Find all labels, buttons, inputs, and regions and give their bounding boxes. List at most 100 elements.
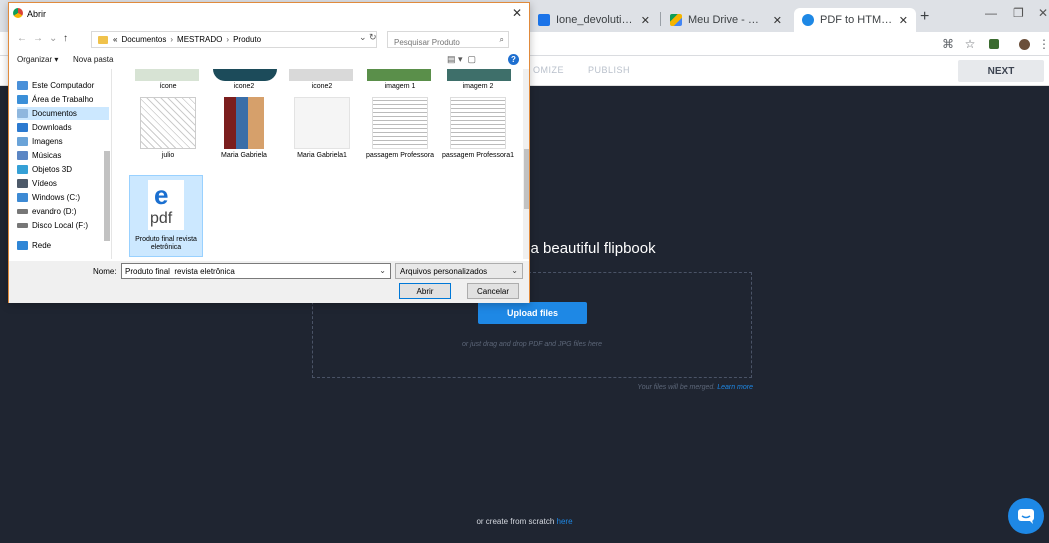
maximize-icon[interactable]: ❐: [1013, 6, 1024, 20]
extension-icon[interactable]: [986, 36, 1002, 52]
refresh-icon[interactable]: ⌄ ↻: [359, 32, 377, 43]
scrollbar-thumb[interactable]: [104, 151, 110, 241]
close-icon[interactable]: ✕: [773, 14, 782, 27]
file-item-selected[interactable]: e pdf Produto final revista eletrônica: [129, 175, 203, 257]
new-folder-button[interactable]: Nova pasta: [73, 55, 113, 64]
file-item[interactable]: Maria Gabriela: [207, 97, 281, 160]
nav-item-disco-local-f[interactable]: Disco Local (F:): [17, 219, 109, 232]
nav-item-musicas[interactable]: Músicas: [17, 149, 109, 162]
view-options-icon[interactable]: ▤ ▾ ▢: [447, 54, 476, 65]
minimize-icon[interactable]: —: [985, 6, 997, 20]
breadcrumb-documentos[interactable]: Documentos: [121, 35, 166, 44]
file-thumbnail: [224, 97, 264, 149]
edge-icon: e: [154, 180, 169, 210]
file-item[interactable]: ícone: [131, 83, 205, 91]
tab-ione-devolutiva[interactable]: Ione_devolutiva_04_mar ✕: [530, 8, 658, 32]
nav-item-area-de-trabalho[interactable]: Área de Trabalho: [17, 93, 109, 106]
file-thumbnail: [372, 97, 428, 149]
drive-icon: [17, 209, 28, 214]
chat-button[interactable]: [1008, 498, 1044, 534]
file-thumbnail: [447, 69, 511, 81]
step-customize[interactable]: OMIZE: [533, 65, 564, 75]
translate-icon[interactable]: ⌘: [940, 36, 956, 52]
nav-item-este-computador[interactable]: Este Computador: [17, 79, 109, 92]
nav-item-videos[interactable]: Vídeos: [17, 177, 109, 190]
open-button[interactable]: Abrir: [399, 283, 451, 299]
forward-icon[interactable]: →: [33, 33, 43, 44]
file-item[interactable]: imagem 1: [363, 83, 437, 91]
profile-icon[interactable]: [1016, 36, 1032, 52]
flipbook-icon: [802, 14, 814, 26]
breadcrumb-overflow[interactable]: «: [113, 35, 117, 44]
file-name: ícone: [159, 83, 177, 90]
file-name: passagem Professora1: [442, 152, 514, 159]
file-thumbnail: [294, 97, 350, 149]
nav-label: Objetos 3D: [32, 165, 73, 174]
star-icon[interactable]: ☆: [962, 36, 978, 52]
search-input[interactable]: [388, 35, 508, 50]
breadcrumb-produto[interactable]: Produto: [233, 35, 261, 44]
nav-item-imagens[interactable]: Imagens: [17, 135, 109, 148]
nav-label: Downloads: [32, 123, 72, 132]
nav-label: Área de Trabalho: [32, 95, 94, 104]
step-publish[interactable]: PUBLISH: [588, 65, 630, 75]
file-item[interactable]: passagem Professora: [363, 97, 437, 160]
chevron-down-icon[interactable]: ⌄: [379, 266, 386, 275]
file-list: ícone icone2 icone2 imagem 1 imagem 2 ju…: [113, 69, 529, 259]
nav-item-downloads[interactable]: Downloads: [17, 121, 109, 134]
file-item[interactable]: passagem Professora1: [441, 97, 515, 160]
tab-google-drive[interactable]: Meu Drive - Google Driv ✕: [662, 8, 790, 32]
nav-item-documentos[interactable]: Documentos: [17, 107, 109, 120]
next-button[interactable]: NEXT: [958, 60, 1044, 82]
file-item[interactable]: Maria Gabriela1: [285, 97, 359, 160]
address-bar[interactable]: « Documentos › MESTRADO › Produto: [91, 31, 377, 48]
menu-icon[interactable]: ⋮: [1036, 36, 1049, 52]
nav-item-evandro-d[interactable]: evandro (D:): [17, 205, 109, 218]
nav-scrollbar[interactable]: [103, 73, 111, 253]
nav-item-rede[interactable]: Rede: [17, 239, 109, 252]
filename-combobox[interactable]: ⌄: [121, 263, 391, 279]
dialog-close-icon[interactable]: ✕: [512, 6, 522, 20]
file-type-select[interactable]: Arquivos personalizados ⌄: [395, 263, 523, 279]
filename-input[interactable]: [122, 264, 372, 278]
tab-label: Meu Drive - Google Driv: [688, 14, 767, 26]
drive-icon: [17, 223, 28, 228]
nav-item-windows-c[interactable]: Windows (C:): [17, 191, 109, 204]
file-thumbnail: [140, 97, 196, 149]
file-item[interactable]: icone2: [285, 83, 359, 91]
back-icon[interactable]: ←: [17, 33, 27, 44]
drive-windows-icon: [17, 193, 28, 202]
file-item[interactable]: imagem 2: [441, 83, 515, 91]
file-item[interactable]: icone2: [207, 83, 281, 91]
file-name: imagem 1: [384, 83, 416, 90]
file-name: imagem 2: [462, 83, 494, 90]
learn-more-link[interactable]: Learn more: [717, 384, 753, 391]
new-tab-button[interactable]: +: [920, 8, 929, 26]
close-icon[interactable]: ✕: [899, 14, 908, 27]
close-icon[interactable]: ✕: [641, 14, 650, 27]
help-icon[interactable]: ?: [508, 54, 519, 65]
organize-menu[interactable]: Organizar ▾: [17, 55, 58, 64]
recent-locations-icon[interactable]: ⌄: [49, 33, 57, 44]
file-item[interactable]: julio: [131, 97, 205, 160]
scratch-link[interactable]: here: [557, 517, 573, 526]
window-close-icon[interactable]: ✕: [1038, 6, 1048, 20]
tab-pdf-flipbook[interactable]: PDF to HTML5 page flip ✕: [794, 8, 916, 32]
nav-label: Disco Local (F:): [32, 221, 89, 230]
file-thumbnail: [213, 69, 277, 81]
search-box[interactable]: ⌕: [387, 31, 509, 50]
file-name: icone2: [233, 83, 255, 90]
cancel-button[interactable]: Cancelar: [467, 283, 519, 299]
up-icon[interactable]: ↑: [63, 33, 68, 44]
desktop-icon: [17, 95, 28, 104]
file-list-scrollbar[interactable]: [523, 69, 529, 259]
nav-item-objetos-3d[interactable]: Objetos 3D: [17, 163, 109, 176]
page-headline: o a beautiful flipbook: [518, 240, 656, 257]
scrollbar-thumb[interactable]: [524, 149, 529, 209]
upload-files-button[interactable]: Upload files: [478, 302, 587, 324]
tab-label: PDF to HTML5 page flip: [820, 14, 893, 26]
pdf-file-icon: e pdf: [148, 180, 184, 230]
nav-label: Imagens: [32, 137, 63, 146]
search-icon: ⌕: [499, 35, 504, 44]
breadcrumb-mestrado[interactable]: MESTRADO: [177, 35, 222, 44]
